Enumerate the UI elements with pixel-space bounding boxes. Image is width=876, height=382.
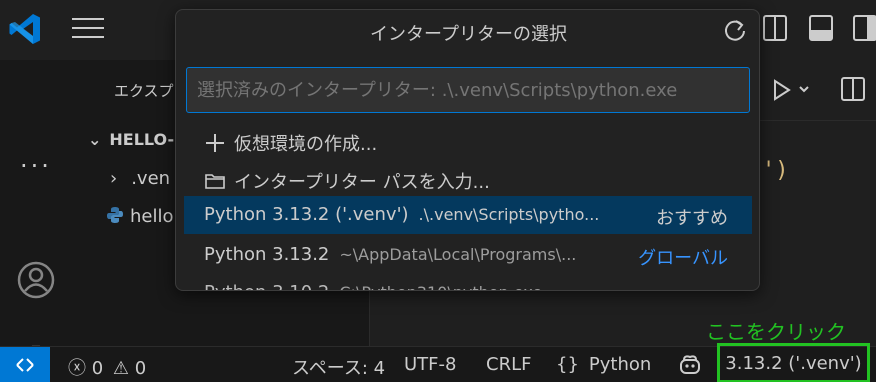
error-icon: ⓧ — [68, 358, 86, 379]
create-venv-label: 仮想環境の作成... — [234, 134, 378, 155]
chevron-right-icon: › — [110, 168, 118, 189]
interpreter-search-input[interactable] — [186, 67, 750, 113]
tab-divider — [760, 120, 876, 121]
more-icon[interactable]: ··· — [20, 152, 52, 180]
problems-indicator[interactable]: ⓧ 0 ⚠ 0 — [68, 354, 146, 380]
interpreter-venv-path: .\.venv\Scripts\pytho... — [418, 205, 600, 224]
status-bar: ⓧ 0 ⚠ 0 スペース: 4 UTF-8 CRLF {} Python 3.13… — [0, 343, 876, 382]
tree-item-venv[interactable]: › .ven — [110, 168, 170, 189]
toggle-panel-icon[interactable] — [762, 14, 788, 42]
recommended-badge: おすすめ — [656, 208, 728, 229]
chevron-down-icon: ⌄ — [88, 130, 102, 149]
python-file-icon — [107, 207, 123, 223]
interpreter-310-label: Python 3.10.2 — [204, 282, 329, 290]
hamburger-menu-icon[interactable] — [72, 18, 104, 42]
refresh-icon[interactable] — [722, 18, 748, 44]
python-interpreter-selector[interactable]: 3.13.2 ('.venv') — [717, 343, 870, 382]
indentation-indicator[interactable]: スペース: 4 — [292, 354, 385, 380]
split-editor-icon[interactable] — [840, 76, 866, 102]
eol-indicator[interactable]: CRLF — [486, 354, 531, 375]
tree-item-hello-label: hello — [130, 206, 174, 227]
language-mode[interactable]: {} Python — [556, 354, 651, 375]
run-icon[interactable] — [772, 78, 812, 102]
toggle-secondary-panel-icon[interactable] — [808, 14, 834, 42]
tree-item-hello[interactable]: hello — [106, 206, 174, 227]
click-here-annotation: ここをクリック — [706, 320, 846, 344]
tree-item-venv-label: .ven — [131, 168, 171, 189]
interpreter-venv-label: Python 3.13.2 ('.venv') — [204, 204, 409, 225]
activity-bar: ··· — [0, 60, 74, 382]
create-venv-option[interactable]: 仮想環境の作成... — [184, 122, 752, 160]
error-count: 0 — [91, 358, 104, 379]
copilot-icon[interactable] — [678, 353, 702, 377]
remote-button[interactable] — [0, 347, 50, 382]
interpreter-310-path: C:\Python310\python.exe — [339, 283, 542, 290]
toggle-sidebar-right-icon[interactable] — [852, 14, 876, 42]
warning-count: 0 — [134, 358, 147, 379]
quick-pick-title: インタープリターの選択 — [370, 24, 567, 45]
interpreter-quick-pick: インタープリターの選択 仮想環境の作成... インタープリター パスを入力...… — [175, 9, 760, 291]
interpreter-option-310[interactable]: Python 3.10.2 C:\Python310\python.exe — [184, 258, 752, 290]
workspace-root[interactable]: ⌄ HELLO- — [88, 130, 174, 149]
warning-icon: ⚠ — [112, 358, 130, 379]
remote-icon — [16, 358, 34, 372]
plus-icon — [206, 134, 224, 152]
workspace-root-label: HELLO- — [109, 130, 175, 149]
interpreter-option-venv[interactable]: Python 3.13.2 ('.venv') .\.venv\Scripts\p… — [184, 196, 752, 234]
vscode-logo-icon — [9, 14, 40, 44]
code-fragment: ') — [762, 158, 789, 183]
account-icon[interactable] — [16, 260, 56, 300]
folder-icon — [205, 174, 225, 189]
language-label: Python — [588, 354, 652, 375]
encoding-indicator[interactable]: UTF-8 — [404, 354, 456, 375]
enter-path-option[interactable]: インタープリター パスを入力... — [184, 160, 752, 198]
braces-icon: {} — [556, 354, 579, 375]
enter-path-label: インタープリター パスを入力... — [234, 172, 490, 193]
